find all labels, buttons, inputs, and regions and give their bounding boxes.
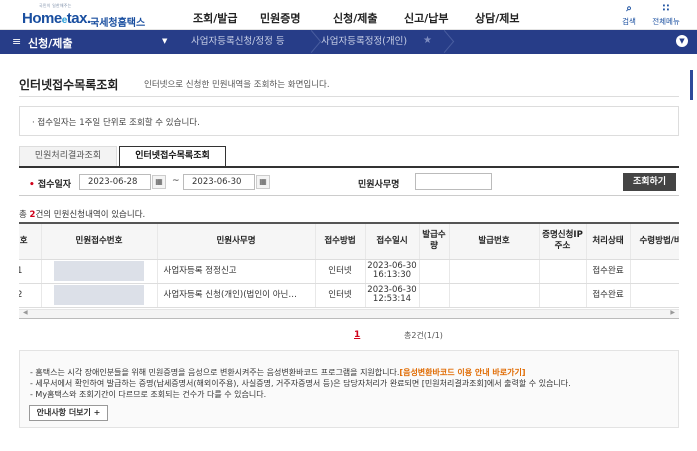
cell-issue-no <box>449 283 540 308</box>
notice-more-button[interactable]: 안내사항 더보기 + <box>29 405 108 421</box>
breadcrumb-level-3[interactable]: 사업자등록정정(개인) <box>321 30 407 54</box>
masked-receipt-number <box>54 285 144 305</box>
location-bar: ≡ 신청/제출 ▼ 사업자등록신청/정정 등 사업자등록정정(개인) ★ ▼ <box>0 30 697 54</box>
hamburger-icon[interactable]: ≡ <box>12 35 21 48</box>
breadcrumb-separator <box>304 30 314 54</box>
scroll-left-icon[interactable]: ◀ <box>23 309 28 316</box>
cell-issue-no <box>449 259 540 284</box>
table-row[interactable]: 2 사업자등록 신청(개인)(법인이 아닌… 인터넷 2023-06-3012:… <box>19 283 679 308</box>
search-label: 검색 <box>622 17 636 26</box>
calendar-icon[interactable]: ▦ <box>256 175 270 189</box>
cell-ip <box>539 283 587 308</box>
result-table-wrapper[interactable]: 번호 민원접수번호 민원사무명 접수방법 접수일시 발급수량 발급번호 증명신청… <box>19 222 679 319</box>
cell-no: 2 <box>19 283 42 308</box>
date-to-input[interactable]: 2023-06-30 <box>183 174 255 190</box>
header-cell: 증명신청IP주소 <box>539 224 587 260</box>
horizontal-scrollbar[interactable]: ◀ ▶ <box>19 309 679 318</box>
header-cell: 민원사무명 <box>157 224 316 260</box>
page-total: 총2건(1/1) <box>404 331 443 340</box>
page-link-current[interactable]: 1 <box>354 330 360 340</box>
search-button[interactable]: ⌕ 검색 <box>618 3 640 27</box>
notice-line: - My홈택스와 조회기간이 다르므로 조회되는 건수가 다를 수 있습니다. <box>30 390 267 399</box>
search-icon: ⌕ <box>626 3 632 14</box>
header-cell: 접수일시 <box>365 224 420 260</box>
breadcrumb-level-2[interactable]: 사업자등록신청/정정 등 <box>191 30 285 54</box>
page-title: 인터넷접수목록조회 <box>19 78 119 92</box>
result-count: 총 2건의 민원신청내역이 있습니다. <box>19 210 146 220</box>
cell-affair-name: 사업자등록 신청(개인)(법인이 아닌… <box>157 283 316 308</box>
cell-method: 인터넷 <box>315 259 366 284</box>
cell-remark <box>630 283 679 308</box>
date-label: • 접수일자 <box>29 180 72 190</box>
divider <box>19 96 679 97</box>
gnb-apply-submit[interactable]: 신청/제출 <box>333 10 378 26</box>
header-cell: 민원접수번호 <box>41 224 158 260</box>
affair-label: 민원사무명 <box>358 180 400 190</box>
table-row[interactable]: 1 사업자등록 정정신고 인터넷 2023-06-3016:13:30 접수완료 <box>19 259 679 284</box>
cell-receipt-no-masked[interactable] <box>41 259 158 284</box>
cell-ip <box>539 259 587 284</box>
logo-wordmark: Homeetax. <box>22 10 91 27</box>
chevron-down-icon[interactable]: ▼ <box>676 35 688 47</box>
info-box: · 접수일자는 1주일 단위로 조회할 수 있습니다. <box>19 106 679 136</box>
table-header-row: 번호 민원접수번호 민원사무명 접수방법 접수일시 발급수량 발급번호 증명신청… <box>19 224 679 260</box>
cell-status: 접수완료 <box>586 259 631 284</box>
cell-receipt-no-masked[interactable] <box>41 283 158 308</box>
tab-civil-result[interactable]: 민원처리결과조회 <box>19 146 117 166</box>
page-description: 인터넷으로 신청한 민원내역을 조회하는 화면입니다. <box>144 80 330 90</box>
hometax-logo[interactable]: 국민이 일한해주는 Homeetax. 국세청홈택스 <box>17 3 167 29</box>
breadcrumb-separator <box>437 30 447 54</box>
calendar-icon[interactable]: ▦ <box>152 175 166 189</box>
top-header: 국민이 일한해주는 Homeetax. 국세청홈택스 조회/발급 민원증명 신청… <box>0 0 697 30</box>
notice-line: - 홈택스는 시각 장애인분들을 위해 민원증명을 음성으로 변환시켜주는 음성… <box>30 368 526 377</box>
header-cell: 처리상태 <box>586 224 631 260</box>
masked-receipt-number <box>54 261 144 281</box>
voice-barcode-link[interactable]: [음성변환바코드 이용 안내 바로가기] <box>399 368 525 377</box>
cell-status: 접수완료 <box>586 283 631 308</box>
all-menu-button[interactable]: ∷ 전체메뉴 <box>649 3 683 27</box>
cell-datetime: 2023-06-30 16:13:30 <box>365 259 420 284</box>
scroll-right-icon[interactable]: ▶ <box>670 309 675 316</box>
notice-line: - 세무서에서 확인하여 발급하는 증명(납세증명서(해외이주용), 사실증명,… <box>30 379 571 388</box>
side-quick-tab[interactable] <box>690 70 693 100</box>
all-menu-label: 전체메뉴 <box>652 17 680 26</box>
cell-datetime: 2023-06-30 12:53:14 <box>365 283 420 308</box>
cell-affair-name: 사업자등록 정정신고 <box>157 259 316 284</box>
range-tilde: ~ <box>172 176 180 186</box>
cell-issue-qty <box>419 259 450 284</box>
required-marker: • <box>29 180 38 190</box>
search-submit-button[interactable]: 조회하기 <box>623 173 676 191</box>
cell-issue-qty <box>419 283 450 308</box>
cell-method: 인터넷 <box>315 283 366 308</box>
info-text: · 접수일자는 1주일 단위로 조회할 수 있습니다. <box>32 118 200 128</box>
logo-brand: 국세청홈택스 <box>90 18 146 29</box>
header-cell: 번호 <box>19 224 42 260</box>
header-cell: 수령방법/비고 <box>630 224 679 260</box>
gnb-civil-certificate[interactable]: 민원증명 <box>260 10 300 26</box>
search-form: • 접수일자 2023-06-28 ▦ ~ 2023-06-30 ▦ 민원사무명… <box>19 168 679 196</box>
gnb-inquiry-issue[interactable]: 조회/발급 <box>193 10 238 26</box>
caret-down-icon[interactable]: ▼ <box>162 37 167 45</box>
header-cell: 발급수량 <box>419 224 450 260</box>
logo-tagline: 국민이 일한해주는 <box>39 3 72 8</box>
cell-no: 1 <box>19 259 42 284</box>
result-table: 번호 민원접수번호 민원사무명 접수방법 접수일시 발급수량 발급번호 증명신청… <box>19 224 679 308</box>
date-from-input[interactable]: 2023-06-28 <box>79 174 151 190</box>
header-cell: 발급번호 <box>449 224 540 260</box>
notice-box: - 홈택스는 시각 장애인분들을 위해 민원증명을 음성으로 변환시켜주는 음성… <box>19 350 679 428</box>
affair-input[interactable] <box>415 173 492 190</box>
tab-internet-receipt[interactable]: 인터넷접수목록조회 <box>119 146 226 166</box>
star-icon[interactable]: ★ <box>423 35 432 46</box>
cell-remark <box>630 259 679 284</box>
gnb-report-pay[interactable]: 신고/납부 <box>404 10 449 26</box>
grid-menu-icon: ∷ <box>662 3 670 14</box>
current-menu[interactable]: 신청/제출 <box>28 35 73 51</box>
header-cell: 접수방법 <box>315 224 366 260</box>
gnb-consult-report[interactable]: 상담/제보 <box>475 10 520 26</box>
